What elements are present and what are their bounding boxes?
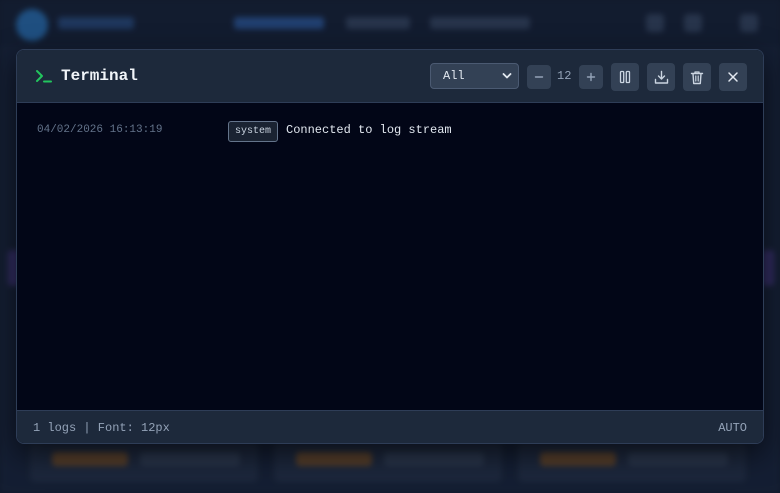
log-timestamp: 04/02/2026 16:13:19: [37, 124, 163, 136]
background-nav-item: [346, 17, 410, 29]
background-icon: [740, 14, 758, 32]
background-nav-item: [430, 17, 530, 29]
log-filter-select[interactable]: All: [430, 63, 519, 89]
download-icon: [654, 70, 668, 84]
background-card-pill: [52, 452, 128, 466]
background-logo: [16, 9, 48, 41]
download-button[interactable]: [647, 63, 675, 91]
log-output[interactable]: 04/02/2026 16:13:19 system Connected to …: [17, 103, 763, 410]
background-card: [30, 442, 258, 482]
background-topbar: [0, 0, 780, 46]
terminal-footer: 1 logs | Font: 12px AUTO: [17, 410, 763, 443]
close-button[interactable]: [719, 63, 747, 91]
decrease-font-button[interactable]: [527, 65, 551, 89]
log-stats: 1 logs | Font: 12px: [33, 421, 170, 435]
background-card-pill: [540, 452, 616, 466]
background-card-pill: [140, 452, 240, 466]
clear-logs-button[interactable]: [683, 63, 711, 91]
increase-font-button[interactable]: [579, 65, 603, 89]
log-filter-value: All: [443, 69, 465, 83]
pause-icon: [619, 70, 631, 84]
terminal-header: Terminal All 12: [17, 50, 763, 103]
background-nav-item: [234, 17, 324, 29]
background-logo-text: [58, 17, 134, 29]
terminal-modal: Terminal All 12 04/02/2026 16:13:19 syst…: [16, 49, 764, 444]
close-icon: [728, 72, 738, 82]
log-source-badge: system: [228, 121, 279, 142]
background-card-pill: [296, 452, 372, 466]
chevron-down-icon: [502, 73, 512, 79]
background-icon: [646, 14, 664, 32]
terminal-prompt-icon: [36, 70, 52, 83]
background-card: [274, 442, 502, 482]
background-card: [518, 442, 746, 482]
trash-icon: [690, 70, 704, 84]
log-entry: 04/02/2026 16:13:19 system Connected to …: [37, 121, 737, 143]
background-icon: [684, 14, 702, 32]
font-size-value: 12: [557, 69, 572, 83]
autoscroll-toggle[interactable]: AUTO: [718, 421, 747, 435]
minus-icon: [534, 76, 544, 78]
terminal-title: Terminal: [61, 67, 138, 85]
background-card-pill: [628, 452, 728, 466]
pause-button[interactable]: [611, 63, 639, 91]
plus-icon: [586, 72, 596, 82]
background-card-pill: [384, 452, 484, 466]
log-message: Connected to log stream: [286, 123, 452, 137]
